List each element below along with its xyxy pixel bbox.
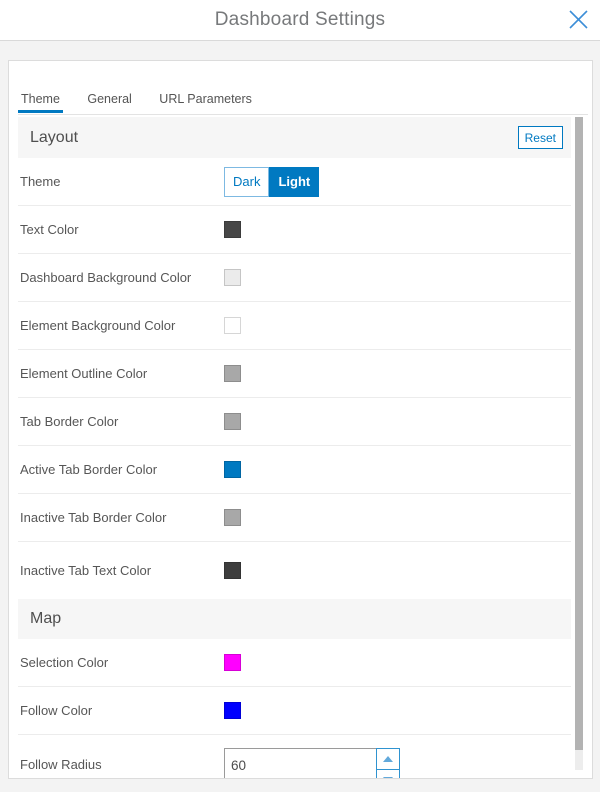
setting-row-selection-color: Selection Color — [18, 639, 571, 687]
color-swatch-follow[interactable] — [224, 702, 241, 719]
setting-label: Text Color — [20, 222, 224, 237]
section-title: Map — [30, 610, 61, 628]
close-button[interactable] — [564, 5, 592, 33]
setting-row-inactive-tab-border-color: Inactive Tab Border Color — [18, 494, 571, 542]
setting-label: Element Background Color — [20, 318, 224, 333]
color-swatch-text-color[interactable] — [224, 221, 241, 238]
color-swatch-inactive-tab-border[interactable] — [224, 509, 241, 526]
setting-row-follow-color: Follow Color — [18, 687, 571, 735]
setting-label: Inactive Tab Border Color — [20, 510, 224, 525]
arrow-up-icon — [383, 756, 393, 762]
tab-general[interactable]: General — [84, 88, 134, 113]
setting-label: Follow Color — [20, 703, 224, 718]
setting-row-element-background-color: Element Background Color — [18, 302, 571, 350]
setting-label: Dashboard Background Color — [20, 270, 224, 285]
tab-url-parameters[interactable]: URL Parameters — [156, 88, 255, 113]
settings-panel: Theme General URL Parameters Layout Rese… — [8, 60, 593, 779]
setting-label: Tab Border Color — [20, 414, 224, 429]
color-swatch-inactive-tab-text[interactable] — [224, 562, 241, 579]
section-header-layout: Layout Reset — [18, 117, 571, 158]
setting-label: Selection Color — [20, 655, 224, 670]
setting-row-follow-radius: Follow Radius — [18, 735, 571, 779]
setting-label: Active Tab Border Color — [20, 462, 224, 477]
color-swatch-element-outline[interactable] — [224, 365, 241, 382]
theme-dark-button[interactable]: Dark — [224, 167, 269, 197]
dialog-title: Dashboard Settings — [215, 9, 385, 31]
setting-row-active-tab-border-color: Active Tab Border Color — [18, 446, 571, 494]
theme-toggle: Dark Light — [224, 167, 319, 197]
color-swatch-tab-border[interactable] — [224, 413, 241, 430]
reset-button[interactable]: Reset — [518, 126, 563, 149]
scrollbar-track[interactable] — [575, 750, 583, 770]
follow-radius-spinner — [376, 748, 400, 779]
spinner-up-button[interactable] — [376, 748, 400, 770]
setting-label: Element Outline Color — [20, 366, 224, 381]
vertical-scrollbar — [575, 117, 583, 772]
follow-radius-control — [224, 748, 400, 779]
section-header-map: Map — [18, 599, 571, 639]
setting-row-theme: Theme Dark Light — [18, 158, 571, 206]
spinner-down-button[interactable] — [376, 769, 400, 779]
setting-row-dashboard-background-color: Dashboard Background Color — [18, 254, 571, 302]
setting-label: Follow Radius — [20, 748, 224, 772]
follow-radius-input[interactable] — [224, 748, 377, 779]
setting-label: Inactive Tab Text Color — [20, 563, 224, 578]
setting-row-tab-border-color: Tab Border Color — [18, 398, 571, 446]
setting-label: Theme — [20, 174, 224, 189]
arrow-down-icon — [383, 777, 393, 779]
section-title: Layout — [30, 129, 78, 147]
tab-theme[interactable]: Theme — [18, 88, 63, 113]
color-swatch-selection[interactable] — [224, 654, 241, 671]
color-swatch-dashboard-background[interactable] — [224, 269, 241, 286]
color-swatch-active-tab-border[interactable] — [224, 461, 241, 478]
settings-content: Layout Reset Theme Dark Light Text Color… — [18, 117, 571, 779]
theme-light-button[interactable]: Light — [269, 167, 319, 197]
scrollbar-thumb[interactable] — [575, 117, 583, 750]
color-swatch-element-background[interactable] — [224, 317, 241, 334]
setting-row-element-outline-color: Element Outline Color — [18, 350, 571, 398]
close-icon — [568, 9, 589, 30]
tab-bar: Theme General URL Parameters — [18, 88, 588, 115]
setting-row-inactive-tab-text-color: Inactive Tab Text Color — [18, 542, 571, 599]
setting-row-text-color: Text Color — [18, 206, 571, 254]
dialog-header: Dashboard Settings — [0, 0, 600, 41]
